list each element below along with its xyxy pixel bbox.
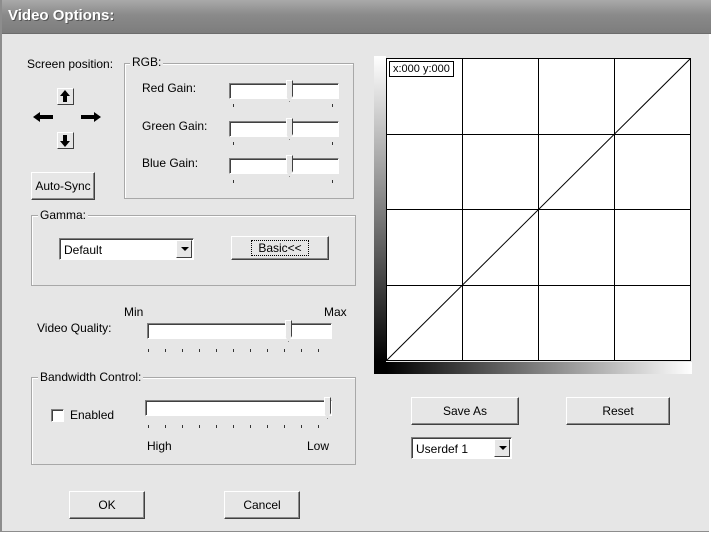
slider-tick (318, 425, 319, 428)
slider-tick (250, 349, 251, 352)
green-gain-slider[interactable] (229, 118, 339, 140)
slider-tick (250, 425, 251, 428)
bandwidth-thumb[interactable] (324, 397, 331, 419)
slider-tick (182, 425, 183, 428)
title-bar[interactable]: Video Options: (2, 0, 711, 34)
profile-select[interactable]: Userdef 1 (411, 437, 512, 459)
save-as-button[interactable]: Save As (411, 397, 519, 425)
video-quality-min-label: Min (124, 305, 144, 319)
gamma-curve-graph (374, 56, 692, 374)
slider-tick (301, 349, 302, 352)
coordinate-readout: x:000 y:000 (389, 61, 454, 77)
gamma-curve-panel[interactable]: x:000 y:000 (374, 56, 692, 374)
basic-button-label: Basic<< (251, 240, 309, 256)
slider-tick (301, 425, 302, 428)
screen-position-label: Screen position: (27, 57, 114, 71)
blue-gain-thumb[interactable] (286, 155, 293, 177)
reset-button[interactable]: Reset (566, 397, 670, 425)
slider-tick (284, 349, 285, 352)
enabled-label: Enabled (70, 408, 115, 422)
green-gain-tick-min (233, 142, 234, 145)
slider-tick (165, 349, 166, 352)
gamma-legend: Gamma: (38, 208, 89, 222)
blue-gain-tick-max (332, 180, 333, 183)
red-gain-thumb[interactable] (286, 80, 293, 102)
slider-tick (182, 349, 183, 352)
window-title: Video Options: (8, 7, 115, 24)
slider-tick (233, 349, 234, 352)
move-down-button[interactable] (57, 132, 74, 149)
chevron-down-icon[interactable] (494, 439, 510, 457)
bandwidth-low-label: Low (307, 439, 330, 453)
cancel-button[interactable]: Cancel (224, 491, 300, 519)
move-up-button[interactable] (57, 88, 74, 105)
video-quality-max-label: Max (324, 305, 347, 319)
red-gain-label: Red Gain: (142, 81, 197, 95)
profile-selected-value: Userdef 1 (416, 442, 469, 456)
slider-tick (284, 425, 285, 428)
video-quality-label: Video Quality: (37, 321, 112, 335)
bandwidth-high-label: High (147, 439, 172, 453)
slider-tick (199, 425, 200, 428)
green-gain-label: Green Gain: (142, 119, 208, 133)
slider-tick (216, 425, 217, 428)
red-gain-tick-max (332, 104, 333, 107)
gamma-select[interactable]: Default (59, 238, 194, 260)
slider-tick (148, 425, 149, 428)
slider-tick (148, 349, 149, 352)
slider-tick (199, 349, 200, 352)
blue-gain-tick-min (233, 180, 234, 183)
red-gain-tick-min (233, 104, 234, 107)
corner-swatch (374, 362, 386, 374)
bandwidth-slider[interactable] (145, 397, 332, 419)
video-quality-thumb[interactable] (285, 320, 292, 342)
arrow-right-icon (81, 112, 101, 122)
move-left-button[interactable] (32, 110, 53, 127)
ok-button[interactable]: OK (69, 491, 145, 519)
green-gain-thumb[interactable] (286, 118, 293, 140)
video-options-window: Video Options: Screen position: Auto-Syn… (0, 0, 711, 532)
red-gain-slider[interactable] (229, 80, 339, 102)
horizontal-gradient-bar (386, 362, 692, 374)
blue-gain-label: Blue Gain: (142, 156, 199, 170)
rgb-legend: RGB: (130, 55, 164, 69)
slider-tick (318, 349, 319, 352)
blue-gain-slider[interactable] (229, 155, 339, 177)
auto-sync-button[interactable]: Auto-Sync (31, 172, 95, 200)
arrow-left-icon (33, 112, 53, 122)
arrow-up-icon (60, 90, 70, 102)
move-right-button[interactable] (80, 110, 101, 127)
arrow-down-icon (60, 135, 70, 147)
vertical-gradient-bar (374, 56, 386, 362)
video-quality-slider[interactable] (147, 320, 332, 342)
basic-button[interactable]: Basic<< (231, 236, 329, 260)
slider-tick (267, 425, 268, 428)
slider-tick (233, 425, 234, 428)
gamma-selected-value: Default (64, 243, 103, 257)
green-gain-tick-max (332, 142, 333, 145)
slider-tick (216, 349, 217, 352)
slider-tick (267, 349, 268, 352)
slider-tick (165, 425, 166, 428)
chevron-down-icon[interactable] (176, 240, 192, 258)
bandwidth-legend: Bandwidth Control: (38, 370, 144, 384)
enabled-checkbox[interactable] (51, 409, 64, 422)
